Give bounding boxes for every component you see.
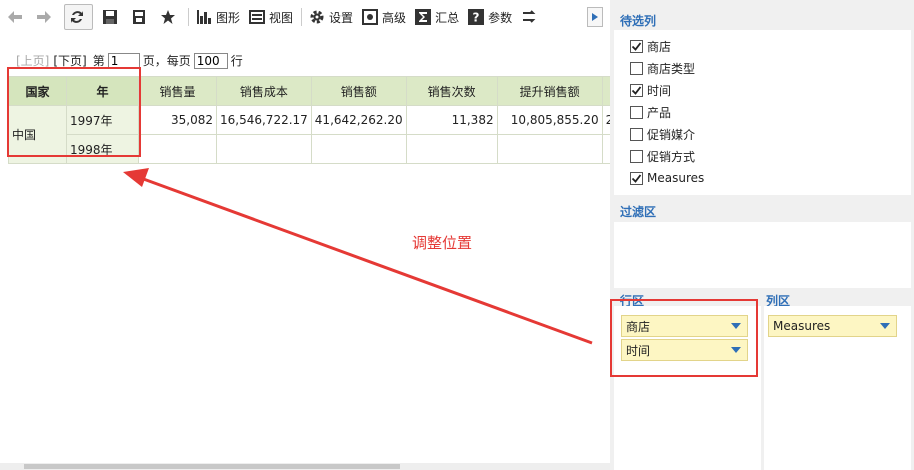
candidate-item[interactable]: 产品 <box>614 101 911 123</box>
highlight-box-row-zone <box>610 299 758 377</box>
candidate-label: 促销方式 <box>647 149 696 164</box>
checkbox-unchecked[interactable] <box>630 149 643 163</box>
candidate-item[interactable]: 商店类型 <box>614 57 911 79</box>
candidate-item[interactable]: 商店 <box>614 35 911 57</box>
field-panel: 待选列 商店 商店类型 时间 产品 促销媒介 促销方式 Measures 过滤区 行区 商店… <box>610 0 914 470</box>
candidate-label: 促销媒介 <box>647 127 696 142</box>
scrollbar-thumb[interactable] <box>24 464 400 469</box>
checkbox-unchecked[interactable] <box>630 105 643 119</box>
checkmark-icon <box>631 173 642 183</box>
checkbox-checked[interactable] <box>630 39 643 53</box>
checkmark-icon <box>631 41 642 51</box>
checkbox-unchecked[interactable] <box>630 127 643 141</box>
dropdown-triangle-icon[interactable] <box>880 323 890 329</box>
checkbox-unchecked[interactable] <box>630 61 643 75</box>
checkmark-icon <box>631 85 642 95</box>
candidates-list: 商店商店类型时间产品促销媒介促销方式 Measures <box>614 30 911 195</box>
candidate-label: 产品 <box>647 105 672 120</box>
candidate-label: 商店 <box>647 39 672 54</box>
candidate-label: 商店类型 <box>647 61 696 76</box>
horizontal-scrollbar[interactable] <box>0 463 610 470</box>
filter-zone[interactable] <box>614 222 911 288</box>
checkbox-checked[interactable] <box>630 171 643 185</box>
candidate-item[interactable]: 促销方式 <box>614 145 911 167</box>
candidate-item[interactable]: Measures <box>614 167 911 189</box>
candidate-item[interactable]: 时间 <box>614 79 911 101</box>
candidate-item[interactable]: 促销媒介 <box>614 123 911 145</box>
col-field-measures[interactable]: Measures <box>768 315 897 337</box>
checkbox-checked[interactable] <box>630 83 643 97</box>
app-root: 图形 视图 设置 高级 汇总 ? 参数 [上页] [下页] 第 1 页，每页 1… <box>0 0 914 470</box>
col-field-label: Measures <box>773 319 831 333</box>
candidates-title: 待选列 <box>620 14 657 28</box>
candidate-label: 时间 <box>647 83 672 98</box>
candidate-label: Measures <box>647 171 705 185</box>
filter-title: 过滤区 <box>620 205 657 219</box>
annotation-text: 调整位置 <box>412 234 473 252</box>
